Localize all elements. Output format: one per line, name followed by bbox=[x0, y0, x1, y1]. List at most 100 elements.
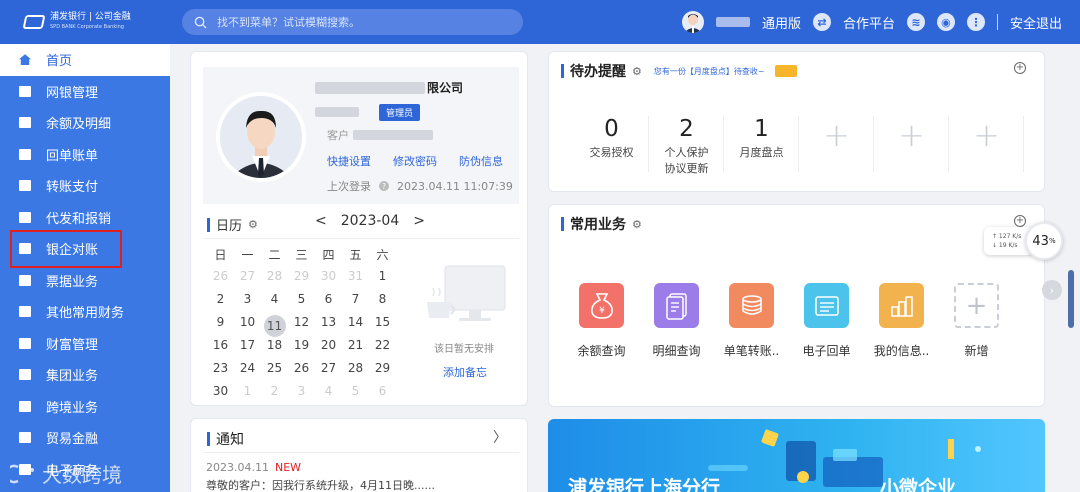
user-avatar[interactable] bbox=[681, 11, 704, 33]
quick-settings-link[interactable]: 快捷设置 bbox=[327, 153, 371, 169]
shortcut-add[interactable]: + 新增 bbox=[954, 283, 999, 359]
calendar-day[interactable]: 26 bbox=[207, 269, 234, 292]
calendar-day[interactable]: 21 bbox=[342, 338, 369, 361]
calendar-day[interactable]: 31 bbox=[342, 269, 369, 292]
shortcut-balance-query[interactable]: ¥ 余额查询 bbox=[578, 283, 626, 359]
menu-search-input[interactable]: 找不到菜单？试试模糊搜索。 bbox=[182, 9, 523, 35]
scrollbar[interactable] bbox=[1068, 270, 1074, 328]
calendar-day[interactable]: 5 bbox=[342, 384, 369, 407]
calendar-day[interactable]: 5 bbox=[288, 292, 315, 315]
calendar-day[interactable]: 28 bbox=[261, 269, 288, 292]
promo-banner[interactable]: 浦发银行上海分行 小微企业 bbox=[548, 419, 1045, 492]
calendar-day[interactable]: 13 bbox=[315, 315, 342, 338]
calendar-day[interactable]: 8 bbox=[369, 292, 396, 315]
usage-ring[interactable]: 43% bbox=[1025, 222, 1063, 260]
sidebar-item-bills[interactable]: 票据业务 bbox=[0, 265, 170, 297]
calendar-day[interactable]: 17 bbox=[234, 338, 261, 361]
calendar-day[interactable]: 2 bbox=[261, 384, 288, 407]
calendar-day[interactable]: 27 bbox=[234, 269, 261, 292]
more-icon[interactable]: ⋮ bbox=[966, 13, 985, 31]
calendar-day[interactable]: 28 bbox=[342, 361, 369, 384]
calendar-day[interactable]: 29 bbox=[288, 269, 315, 292]
todo-hint[interactable]: 您有一份【月度盘点】待查收~ bbox=[654, 66, 765, 77]
calendar-day[interactable]: 30 bbox=[315, 269, 342, 292]
role-badge: 管理员 bbox=[379, 104, 421, 121]
next-month-button[interactable]: > bbox=[413, 213, 425, 229]
sidebar-item-transfer[interactable]: 转账支付 bbox=[0, 170, 170, 202]
sidebar-item-group[interactable]: 集团业务 bbox=[0, 359, 170, 391]
sidebar-item-ebank-management[interactable]: 网银管理 bbox=[0, 76, 170, 108]
logout-button[interactable]: 安全退出 bbox=[1010, 13, 1062, 32]
version-label[interactable]: 通用版 bbox=[762, 13, 801, 32]
help-icon[interactable]: ? bbox=[379, 181, 389, 191]
calendar-day[interactable]: 19 bbox=[288, 338, 315, 361]
sidebar-item-other-finance[interactable]: 其他常用财务 bbox=[0, 296, 170, 328]
notice-item[interactable]: 尊敬的客户：因我行系统升级，4月11日晚...... bbox=[206, 477, 435, 492]
group-icon bbox=[18, 368, 32, 382]
change-password-link[interactable]: 修改密码 bbox=[393, 153, 437, 169]
add-circle-icon[interactable]: + bbox=[1014, 62, 1026, 74]
calendar-day[interactable]: 29 bbox=[369, 361, 396, 384]
shortcut-single-transfer[interactable]: 单笔转账.. bbox=[724, 283, 779, 359]
sidebar-item-balance-details[interactable]: 余额及明细 bbox=[0, 107, 170, 139]
calendar-day[interactable]: 26 bbox=[288, 361, 315, 384]
spd-logo[interactable]: 浦发银行 | 公司金融 SPD BANK Corporate Banking bbox=[0, 0, 172, 44]
calendar-day[interactable]: 9 bbox=[207, 315, 234, 338]
sidebar-item-cross-border[interactable]: 跨境业务 bbox=[0, 391, 170, 423]
layers-icon[interactable]: ≋ bbox=[906, 13, 925, 31]
todo-item-monthly-check[interactable]: 1 月度盘点 bbox=[724, 116, 799, 177]
calendar-day[interactable]: 2 bbox=[207, 292, 234, 315]
anti-fraud-info-link[interactable]: 防伪信息 bbox=[459, 153, 503, 169]
spd-logo-icon bbox=[22, 15, 46, 29]
calendar-day[interactable]: 23 bbox=[207, 361, 234, 384]
sidebar-item-trade-finance[interactable]: 贸易金融 bbox=[0, 422, 170, 454]
location-icon[interactable]: ◉ bbox=[936, 13, 955, 31]
gear-icon[interactable]: ⚙ bbox=[632, 65, 642, 78]
shortcut-e-receipt[interactable]: 电子回单 bbox=[803, 283, 851, 359]
calendar-day[interactable]: 12 bbox=[288, 315, 315, 338]
todo-add-slot[interactable]: + bbox=[799, 116, 874, 177]
shortcut-detail-query[interactable]: 明细查询 bbox=[653, 283, 701, 359]
calendar-day[interactable]: 22 bbox=[369, 338, 396, 361]
calendar-day[interactable]: 6 bbox=[369, 384, 396, 407]
calendar-day[interactable]: 24 bbox=[234, 361, 261, 384]
gear-icon[interactable]: ⚙ bbox=[632, 218, 642, 231]
calendar-day[interactable]: 20 bbox=[315, 338, 342, 361]
calendar-day[interactable]: 3 bbox=[234, 292, 261, 315]
shortcut-my-info[interactable]: 我的信息.. bbox=[874, 283, 929, 359]
calendar-day-today[interactable]: 11 bbox=[261, 315, 288, 338]
calendar-day[interactable]: 7 bbox=[342, 292, 369, 315]
chevron-right-icon[interactable]: › bbox=[1042, 280, 1062, 300]
calendar-day[interactable]: 4 bbox=[261, 292, 288, 315]
switch-icon[interactable]: ⇄ bbox=[812, 13, 831, 31]
calendar-day[interactable]: 1 bbox=[234, 384, 261, 407]
todo-item-privacy-update[interactable]: 2 个人保护 协议更新 bbox=[649, 116, 724, 177]
sidebar-item-home[interactable]: 首页 bbox=[0, 44, 170, 76]
gear-icon[interactable]: ⚙ bbox=[248, 218, 258, 231]
calendar-day[interactable]: 4 bbox=[315, 384, 342, 407]
calendar-day[interactable]: 15 bbox=[369, 315, 396, 338]
calendar-day[interactable]: 6 bbox=[315, 292, 342, 315]
partner-platform-label[interactable]: 合作平台 bbox=[843, 13, 895, 32]
calendar-day[interactable]: 3 bbox=[288, 384, 315, 407]
add-circle-icon[interactable]: + bbox=[1014, 215, 1026, 227]
chevron-right-icon[interactable]: 〉 bbox=[493, 427, 507, 447]
sidebar-item-receipts[interactable]: 回单账单 bbox=[0, 139, 170, 171]
add-memo-link[interactable]: 添加备忘 bbox=[443, 364, 487, 380]
calendar-day[interactable]: 1 bbox=[369, 269, 396, 292]
plus-icon: + bbox=[973, 116, 1000, 154]
calendar-day[interactable]: 25 bbox=[261, 361, 288, 384]
calendar-day[interactable]: 30 bbox=[207, 384, 234, 407]
todo-add-slot[interactable]: + bbox=[874, 116, 949, 177]
sidebar-item-payroll[interactable]: 代发和报销 bbox=[0, 202, 170, 234]
calendar-day[interactable]: 10 bbox=[234, 315, 261, 338]
todo-item-authorization[interactable]: 0 交易授权 bbox=[574, 116, 649, 177]
calendar-day[interactable]: 16 bbox=[207, 338, 234, 361]
sidebar-item-wealth[interactable]: 财富管理 bbox=[0, 328, 170, 360]
todo-add-slot[interactable]: + bbox=[949, 116, 1024, 177]
calendar-day[interactable]: 14 bbox=[342, 315, 369, 338]
common-header: 常用业务 ⚙ bbox=[561, 214, 642, 234]
calendar-day[interactable]: 27 bbox=[315, 361, 342, 384]
prev-month-button[interactable]: < bbox=[315, 213, 327, 229]
calendar-day[interactable]: 18 bbox=[261, 338, 288, 361]
